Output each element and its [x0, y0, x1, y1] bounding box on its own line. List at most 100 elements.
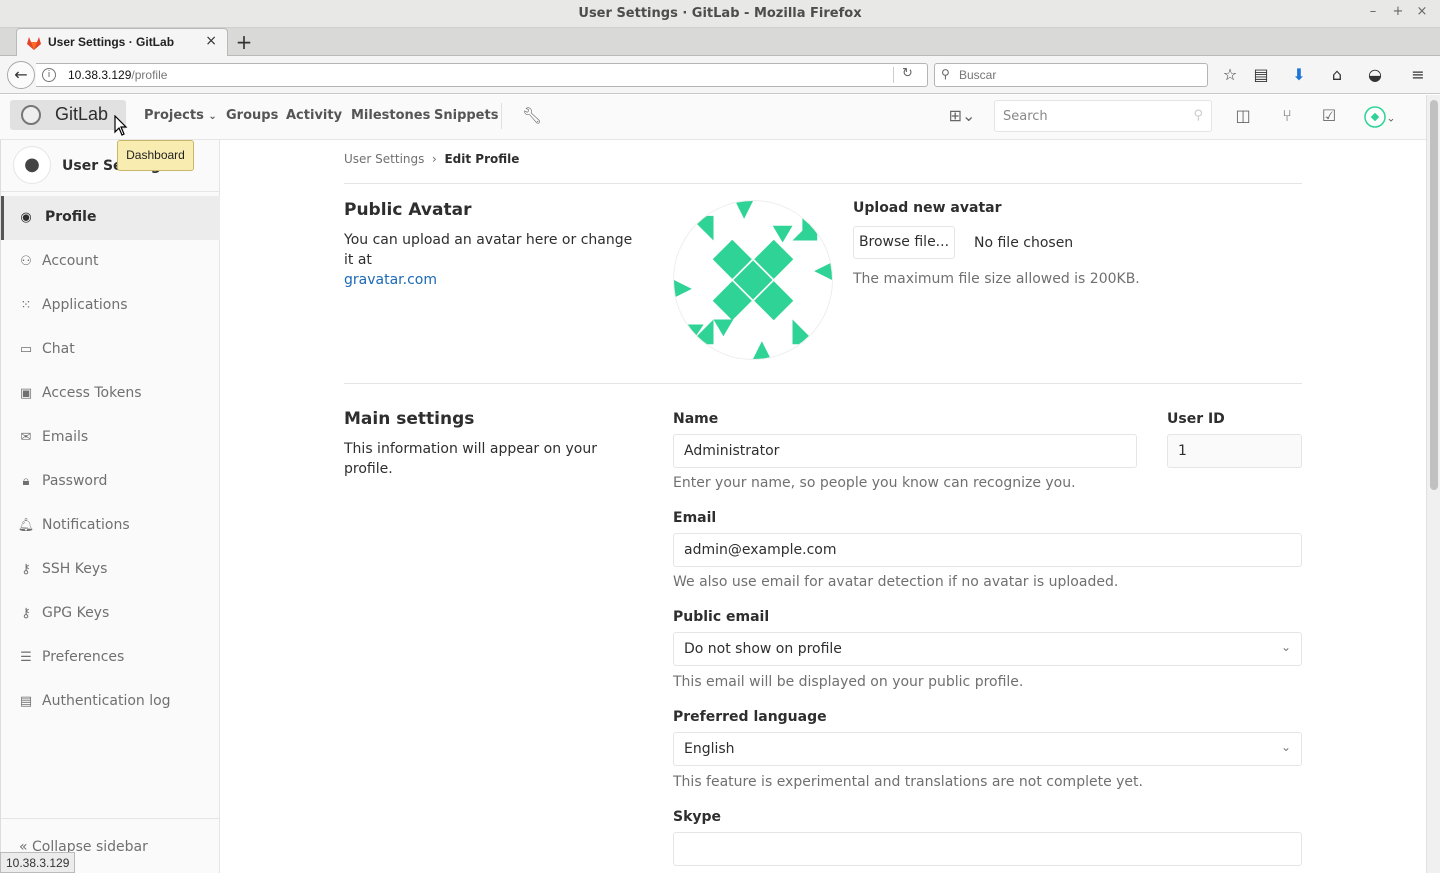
browser-toolbar: ← i 10.38.3.129/profile ↻ ⚲ Buscar ☆ ▤ ⬇…	[0, 56, 1440, 94]
profile-icon: ◉	[20, 210, 32, 225]
reload-icon[interactable]: ↻	[902, 66, 913, 81]
name-input[interactable]: Administrator	[673, 434, 1137, 468]
page-scrollbar[interactable]	[1426, 95, 1440, 873]
breadcrumb-parent[interactable]: User Settings	[344, 152, 424, 166]
max-size-help: The maximum file size allowed is 200KB.	[853, 271, 1140, 287]
breadcrumb-current: Edit Profile	[444, 152, 520, 166]
chevron-down-icon: ⌄	[208, 111, 217, 122]
info-icon[interactable]: i	[42, 68, 56, 82]
nav-milestones[interactable]: Milestones	[351, 108, 430, 123]
sidebar-item-profile[interactable]: ◉ Profile	[1, 196, 220, 240]
bell-icon: 🔔︎	[17, 518, 35, 533]
key-icon: ⚷	[21, 606, 31, 621]
download-icon[interactable]: ⬇	[1289, 65, 1309, 85]
url-bar[interactable]: i 10.38.3.129/profile ↻	[36, 63, 928, 87]
window-title: User Settings · GitLab - Mozilla Firefox	[578, 6, 862, 21]
email-input[interactable]: admin@example.com	[673, 533, 1302, 567]
name-help: Enter your name, so people you know can …	[673, 475, 1076, 491]
breadcrumb: User Settings › Edit Profile	[344, 152, 519, 166]
gravatar-link[interactable]: gravatar.com	[344, 272, 437, 288]
reading-list-icon[interactable]: ▤	[1251, 65, 1271, 85]
new-tab-icon[interactable]: +	[234, 30, 254, 54]
chevron-down-icon: ⌄	[1280, 640, 1291, 654]
gitlab-search-input[interactable]: Search ⚲	[994, 100, 1212, 132]
no-file-text: No file chosen	[974, 235, 1074, 251]
nav-activity[interactable]: Activity	[286, 108, 342, 123]
gitlab-home-link[interactable]: GitLab	[10, 100, 126, 130]
minimize-icon[interactable]: –	[1366, 4, 1380, 19]
search-icon: ⚲	[1193, 108, 1203, 123]
avatar-section-title: Public Avatar	[344, 200, 472, 220]
admin-wrench-icon[interactable]: 🔧︎	[521, 106, 543, 126]
maximize-icon[interactable]: +	[1391, 4, 1405, 19]
sidebar-item-applications[interactable]: ⁙ Applications	[1, 284, 220, 328]
language-value: English	[684, 741, 735, 757]
browser-search-placeholder: Buscar	[959, 68, 997, 82]
log-icon: ▤	[19, 694, 33, 709]
account-icon: ⚇	[20, 254, 32, 269]
language-select[interactable]: English ⌄	[673, 732, 1302, 766]
new-item-dropdown-icon[interactable]: ⊞⌄	[945, 106, 979, 126]
sliders-icon: ☰	[20, 650, 32, 665]
main-settings-desc: This information will appear on your pro…	[344, 441, 597, 477]
public-email-label: Public email	[673, 609, 770, 625]
menu-icon[interactable]: ≡	[1408, 65, 1428, 85]
url-text: 10.38.3.129/profile	[68, 68, 168, 82]
avatar-icon	[1364, 106, 1387, 128]
sidebar-item-chat[interactable]: ▭ Chat	[1, 328, 220, 372]
gitlab-favicon-icon	[27, 37, 41, 50]
sidebar-toggle-icon[interactable]: ◫	[1232, 106, 1254, 126]
identicon-avatar	[673, 200, 833, 360]
close-window-icon[interactable]: ×	[1415, 4, 1429, 19]
language-label: Preferred language	[673, 709, 827, 725]
public-email-help: This email will be displayed on your pub…	[673, 674, 1024, 690]
chevron-down-icon: ⌄	[1280, 740, 1291, 754]
skype-label: Skype	[673, 809, 722, 825]
browser-tab[interactable]: User Settings · GitLab ×	[16, 28, 228, 56]
merge-requests-icon[interactable]: ⑂	[1276, 106, 1298, 126]
skype-input[interactable]	[673, 832, 1302, 866]
browser-search-field[interactable]: ⚲ Buscar	[934, 63, 1208, 87]
dashboard-tooltip: Dashboard	[117, 140, 194, 171]
sidebar-item-authentication-log[interactable]: ▤ Authentication log	[1, 680, 220, 724]
user-id-field: 1	[1167, 434, 1302, 468]
nav-snippets[interactable]: Snippets	[434, 108, 498, 123]
close-tab-icon[interactable]: ×	[205, 33, 217, 49]
lock-icon: 🔒︎	[22, 474, 30, 489]
language-help: This feature is experimental and transla…	[673, 774, 1143, 790]
browse-file-button[interactable]: Browse file...	[853, 226, 955, 259]
sidebar-item-gpg-keys[interactable]: ⚷ GPG Keys	[1, 592, 220, 636]
gitlab-header: GitLab Projects ⌄ Groups Activity Milest…	[0, 95, 1426, 140]
user-avatar-menu[interactable]: ⌄	[1360, 106, 1400, 128]
public-email-select[interactable]: Do not show on profile ⌄	[673, 632, 1302, 666]
email-icon: ✉	[20, 430, 32, 445]
mouse-cursor-icon	[114, 115, 128, 136]
gitlab-logo-icon	[21, 105, 41, 125]
sidebar-item-access-tokens[interactable]: ▣ Access Tokens	[1, 372, 220, 416]
public-email-value: Do not show on profile	[684, 641, 842, 657]
upload-avatar-label: Upload new avatar	[853, 200, 1002, 216]
pocket-icon[interactable]: ◒	[1365, 65, 1385, 85]
name-label: Name	[673, 411, 719, 427]
sidebar-item-notifications[interactable]: 🔔︎ Notifications	[1, 504, 220, 548]
status-bar-url: 10.38.3.129	[0, 852, 75, 873]
bookmark-star-icon[interactable]: ☆	[1220, 65, 1240, 85]
key-icon: ⚷	[21, 562, 31, 577]
sidebar-item-ssh-keys[interactable]: ⚷ SSH Keys	[1, 548, 220, 592]
sidebar-item-emails[interactable]: ✉ Emails	[1, 416, 220, 460]
sidebar-item-password[interactable]: 🔒︎ Password	[1, 460, 220, 504]
user-icon: ●	[13, 146, 51, 184]
chat-icon: ▭	[19, 342, 33, 357]
scrollbar-thumb[interactable]	[1430, 100, 1438, 490]
gitlab-logo-text: GitLab	[55, 104, 109, 124]
applications-icon: ⁙	[20, 298, 32, 313]
nav-projects[interactable]: Projects ⌄	[144, 108, 217, 123]
todos-icon[interactable]: ☑	[1318, 106, 1340, 126]
avatar-section-desc: You can upload an avatar here or change …	[344, 232, 633, 288]
home-icon[interactable]: ⌂	[1327, 65, 1347, 85]
sidebar-item-preferences[interactable]: ☰ Preferences	[1, 636, 220, 680]
nav-groups[interactable]: Groups	[226, 108, 278, 123]
settings-sidebar: ● User Settings ◉ Profile ⚇ Account ⁙ Appli…	[0, 140, 220, 873]
back-button[interactable]: ←	[7, 61, 35, 89]
sidebar-item-account[interactable]: ⚇ Account	[1, 240, 220, 284]
